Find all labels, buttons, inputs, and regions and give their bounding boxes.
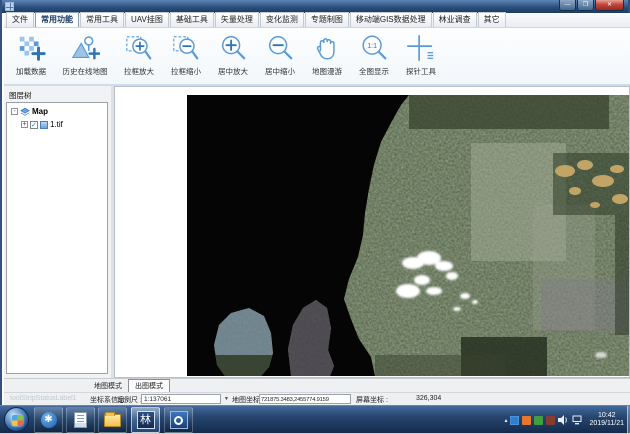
full-extent-icon: 1:1 bbox=[359, 33, 389, 63]
toolbar-button-label: 加载数据 bbox=[16, 66, 46, 77]
tab-forestry-survey[interactable]: 林业调查 bbox=[433, 12, 477, 27]
folder-icon bbox=[104, 414, 121, 427]
system-tray: ▴ 10:42 2019/11/21 bbox=[504, 406, 624, 434]
taskbar-app-asterisk[interactable]: ✱ bbox=[34, 407, 63, 433]
clock-time: 10:42 bbox=[589, 412, 624, 420]
clock-date: 2019/11/21 bbox=[589, 420, 624, 428]
svg-text:1:1: 1:1 bbox=[367, 43, 377, 50]
center-zoom-in-button[interactable]: 居中放大 bbox=[210, 31, 256, 83]
tab-layout-mode[interactable]: 出图模式 bbox=[128, 379, 170, 393]
toolbar-button-label: 地图漫游 bbox=[312, 66, 342, 77]
scale-dropdown-icon[interactable]: ▼ bbox=[224, 396, 229, 402]
asterisk-app-icon: ✱ bbox=[41, 412, 57, 428]
tray-orange-app-icon[interactable] bbox=[522, 416, 531, 425]
tab-vector-processing[interactable]: 矢量处理 bbox=[215, 12, 259, 27]
center-zoom-in-icon bbox=[218, 33, 248, 63]
status-bar: toolStripStatusLabel1 坐标系信息 : 比例尺 : 1:13… bbox=[4, 392, 630, 405]
tray-blue-app-icon[interactable] bbox=[510, 416, 519, 425]
box-zoom-in-button[interactable]: 拉框放大 bbox=[116, 31, 162, 83]
start-button[interactable] bbox=[4, 407, 29, 432]
center-zoom-out-button[interactable]: 居中缩小 bbox=[257, 31, 303, 83]
load-data-icon bbox=[16, 33, 46, 63]
taskbar-app-forest-gis[interactable]: 林 bbox=[131, 407, 160, 433]
toolbar-button-label: 拉框放大 bbox=[124, 66, 154, 77]
box-zoom-out-button[interactable]: 拉框缩小 bbox=[163, 31, 209, 83]
volume-icon[interactable] bbox=[558, 415, 569, 425]
toolbar-button-label: 全图显示 bbox=[359, 66, 389, 77]
tree-node-map[interactable]: - Map bbox=[11, 107, 107, 116]
tree-node-label: Map bbox=[32, 107, 48, 116]
tree-node-label: 1.tif bbox=[50, 120, 63, 129]
network-icon[interactable] bbox=[572, 415, 583, 425]
close-button[interactable]: ✕ bbox=[595, 0, 624, 11]
tab-other[interactable]: 其它 bbox=[478, 12, 506, 27]
circle-app-icon bbox=[170, 411, 188, 429]
box-zoom-in-icon bbox=[124, 33, 154, 63]
tray-red-app-icon[interactable] bbox=[546, 416, 555, 425]
map-coord-value: 721875.3483,2455774.9159 bbox=[259, 394, 351, 404]
layer-panel-title: 图层树 bbox=[9, 90, 32, 101]
tab-file[interactable]: 文件 bbox=[6, 12, 34, 27]
map-view[interactable] bbox=[114, 86, 630, 378]
tab-map-mode[interactable]: 地图模式 bbox=[88, 380, 128, 392]
expand-icon[interactable]: + bbox=[21, 121, 28, 128]
main-area: 图层树 - Map + ✓ 1.tif bbox=[4, 86, 630, 378]
layers-icon bbox=[20, 107, 30, 116]
probe-tool-button[interactable]: 探针工具 bbox=[398, 31, 444, 83]
scale-label: 比例尺 : bbox=[117, 395, 142, 405]
ribbon-toolbar: 加载数据 历史在线地图 拉框放大 bbox=[4, 28, 630, 86]
screen-coord-value: 326,304 bbox=[416, 395, 441, 402]
status-ghost-label: toolStripStatusLabel1 bbox=[10, 395, 77, 402]
tab-thematic-mapping[interactable]: 专题制图 bbox=[305, 12, 349, 27]
toolbar-button-label: 历史在线地图 bbox=[63, 66, 108, 77]
center-zoom-out-icon bbox=[265, 33, 295, 63]
pan-hand-icon bbox=[312, 33, 342, 63]
box-zoom-out-icon bbox=[171, 33, 201, 63]
taskbar-app-explorer[interactable] bbox=[98, 407, 127, 433]
windows-logo-icon bbox=[12, 415, 23, 426]
app-grid-icon bbox=[5, 2, 14, 11]
layer-tree[interactable]: - Map + ✓ 1.tif bbox=[6, 102, 108, 374]
document-app-icon bbox=[74, 412, 87, 428]
toolbar-button-label: 居中放大 bbox=[218, 66, 248, 77]
pan-map-button[interactable]: 地图漫游 bbox=[304, 31, 350, 83]
windows-taskbar: ✱ 林 ▴ 10:42 2019/11/21 bbox=[0, 405, 630, 433]
toolbar-button-label: 探针工具 bbox=[406, 66, 436, 77]
application-window: — ❐ ✕ 文件 常用功能 常用工具 UAV挂图 基础工具 矢量处理 变化监测 … bbox=[0, 0, 630, 433]
tray-green-app-icon[interactable] bbox=[534, 416, 543, 425]
collapse-icon[interactable]: - bbox=[11, 108, 18, 115]
probe-tool-icon bbox=[406, 33, 436, 63]
forest-app-icon: 林 bbox=[137, 411, 155, 429]
taskbar-app-document[interactable] bbox=[66, 407, 95, 433]
layer-checkbox[interactable]: ✓ bbox=[30, 121, 38, 129]
map-canvas[interactable] bbox=[115, 87, 629, 377]
toolbar-button-label: 居中缩小 bbox=[265, 66, 295, 77]
history-online-map-icon bbox=[70, 33, 100, 63]
tab-common-functions[interactable]: 常用功能 bbox=[35, 12, 79, 27]
tab-change-monitoring[interactable]: 变化监测 bbox=[260, 12, 304, 27]
taskbar-clock[interactable]: 10:42 2019/11/21 bbox=[586, 412, 624, 428]
history-online-map-button[interactable]: 历史在线地图 bbox=[55, 31, 115, 83]
layer-tree-panel: 图层树 - Map + ✓ 1.tif bbox=[4, 86, 111, 378]
menu-tab-bar: 文件 常用功能 常用工具 UAV挂图 基础工具 矢量处理 变化监测 专题制图 移… bbox=[4, 13, 630, 28]
show-hidden-icons-button[interactable]: ▴ bbox=[504, 417, 507, 424]
tab-common-tools[interactable]: 常用工具 bbox=[80, 12, 124, 27]
tree-node-layer[interactable]: + ✓ 1.tif bbox=[21, 120, 107, 129]
minimize-button[interactable]: — bbox=[559, 0, 576, 11]
load-data-button[interactable]: 加载数据 bbox=[8, 31, 54, 83]
toolbar-button-label: 拉框缩小 bbox=[171, 66, 201, 77]
maximize-button[interactable]: ❐ bbox=[577, 0, 594, 11]
full-extent-button[interactable]: 1:1 全图显示 bbox=[351, 31, 397, 83]
tab-basic-tools[interactable]: 基础工具 bbox=[170, 12, 214, 27]
scale-combobox[interactable]: 1:137061 bbox=[141, 394, 221, 404]
tab-uav-map[interactable]: UAV挂图 bbox=[125, 12, 169, 27]
mode-tab-strip: 地图模式 出图模式 bbox=[4, 378, 630, 392]
screen-coord-label: 屏幕坐标 : bbox=[356, 395, 388, 405]
tab-mobile-gis-data[interactable]: 移动端GIS数据处理 bbox=[350, 12, 432, 27]
taskbar-app-circle[interactable] bbox=[164, 407, 193, 433]
raster-layer-icon bbox=[40, 121, 48, 129]
window-controls: — ❐ ✕ bbox=[558, 0, 624, 11]
